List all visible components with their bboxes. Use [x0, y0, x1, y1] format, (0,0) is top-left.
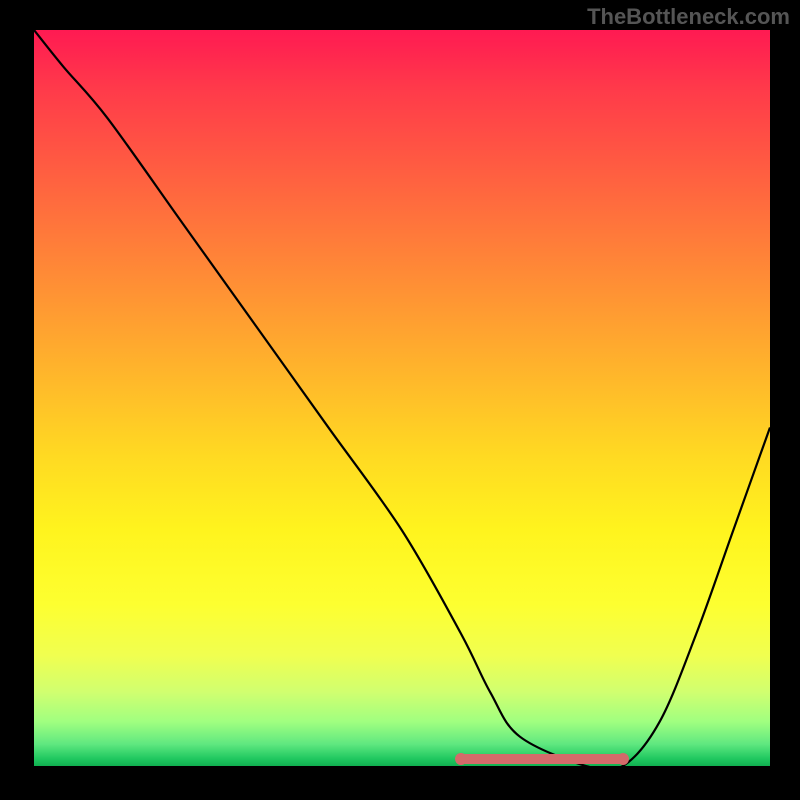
optimal-range-band	[461, 754, 623, 764]
bottleneck-curve-line	[34, 30, 770, 766]
chart-plot-area	[34, 30, 770, 766]
bottleneck-curve-svg	[34, 30, 770, 766]
optimal-range-end-dot	[617, 753, 629, 765]
watermark-text: TheBottleneck.com	[587, 4, 790, 30]
optimal-range-start-dot	[455, 753, 467, 765]
